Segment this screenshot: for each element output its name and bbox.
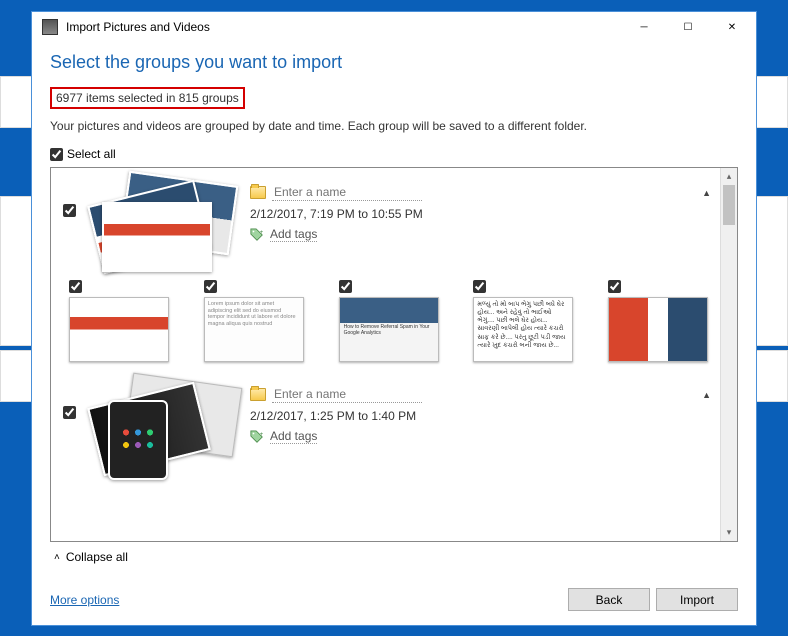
page-heading: Select the groups you want to import — [50, 52, 738, 73]
tag-icon: + — [250, 430, 264, 444]
close-button[interactable]: ✕ — [710, 13, 754, 41]
svg-text:+: + — [260, 229, 264, 236]
thumbnail-image[interactable]: Lorem ipsum dolor sit amet adipiscing el… — [204, 297, 304, 362]
thumbnail-checkbox[interactable] — [608, 280, 621, 293]
group-thumbnail-stack[interactable] — [88, 380, 238, 470]
folder-icon — [250, 186, 266, 199]
groups-list: ▲ 2/12/2017, 7:19 PM to 10:55 PM + Add t… — [50, 167, 738, 542]
thumbnail-image[interactable] — [339, 297, 439, 362]
thumbnail-checkbox[interactable] — [473, 280, 486, 293]
group-checkbox[interactable] — [63, 204, 76, 217]
scrollbar[interactable]: ▴ ▾ — [720, 168, 737, 541]
group-item: ▲ 2/12/2017, 7:19 PM to 10:55 PM + Add t… — [63, 178, 715, 362]
group-date-range: 2/12/2017, 7:19 PM to 10:55 PM — [250, 207, 715, 221]
select-all-row[interactable]: Select all — [50, 147, 738, 161]
thumbnail-image[interactable]: મળ્યું તો મો બાપ ભેગુ પછી બધે ઘેર હોય...… — [473, 297, 573, 362]
window-title: Import Pictures and Videos — [66, 20, 622, 34]
minimize-button[interactable]: ─ — [622, 13, 666, 41]
group-thumbnail-stack[interactable] — [88, 178, 238, 268]
add-tags-link[interactable]: Add tags — [270, 227, 317, 242]
import-button[interactable]: Import — [656, 588, 738, 611]
scrollbar-thumb[interactable] — [723, 185, 735, 225]
back-button[interactable]: Back — [568, 588, 650, 611]
select-all-checkbox[interactable] — [50, 148, 63, 161]
tag-icon: + — [250, 228, 264, 242]
thumbnail-item[interactable]: મળ્યું તો મો બાપ ભેગુ પછી બધે ઘેર હોય...… — [473, 280, 580, 362]
scroll-down-icon[interactable]: ▾ — [721, 524, 737, 541]
dialog-footer: More options Back Import — [32, 576, 756, 625]
selection-summary: 6977 items selected in 815 groups — [50, 87, 245, 109]
chevron-up-icon: ˄ — [54, 552, 60, 563]
chevron-up-icon[interactable]: ▲ — [702, 390, 711, 400]
thumbnail-checkbox[interactable] — [204, 280, 217, 293]
maximize-button[interactable]: ☐ — [666, 13, 710, 41]
thumbnail-image[interactable] — [608, 297, 708, 362]
thumbnail-checkbox[interactable] — [69, 280, 82, 293]
group-checkbox[interactable] — [63, 406, 76, 419]
titlebar: Import Pictures and Videos ─ ☐ ✕ — [32, 12, 756, 42]
thumbnail-item[interactable] — [339, 280, 446, 362]
group-thumbnails: Lorem ipsum dolor sit amet adipiscing el… — [63, 280, 715, 362]
thumbnail-item[interactable]: Lorem ipsum dolor sit amet adipiscing el… — [204, 280, 311, 362]
group-item: ▲ 2/12/2017, 1:25 PM to 1:40 PM + Add ta… — [63, 380, 715, 470]
scroll-up-icon[interactable]: ▴ — [721, 168, 737, 185]
add-tags-link[interactable]: Add tags — [270, 429, 317, 444]
select-all-label: Select all — [67, 147, 116, 161]
description-text: Your pictures and videos are grouped by … — [50, 119, 738, 133]
folder-icon — [250, 388, 266, 401]
chevron-up-icon[interactable]: ▲ — [702, 188, 711, 198]
group-name-input[interactable] — [272, 386, 422, 403]
group-name-input[interactable] — [272, 184, 422, 201]
thumbnail-image[interactable] — [69, 297, 169, 362]
collapse-all-label: Collapse all — [66, 550, 128, 564]
more-options-link[interactable]: More options — [50, 593, 119, 607]
import-window: Import Pictures and Videos ─ ☐ ✕ Select … — [31, 11, 757, 626]
thumbnail-checkbox[interactable] — [339, 280, 352, 293]
thumbnail-item[interactable] — [69, 280, 176, 362]
group-date-range: 2/12/2017, 1:25 PM to 1:40 PM — [250, 409, 715, 423]
device-icon — [42, 19, 58, 35]
collapse-all-link[interactable]: ˄ Collapse all — [54, 550, 738, 564]
thumbnail-item[interactable] — [608, 280, 715, 362]
svg-text:+: + — [260, 431, 264, 438]
